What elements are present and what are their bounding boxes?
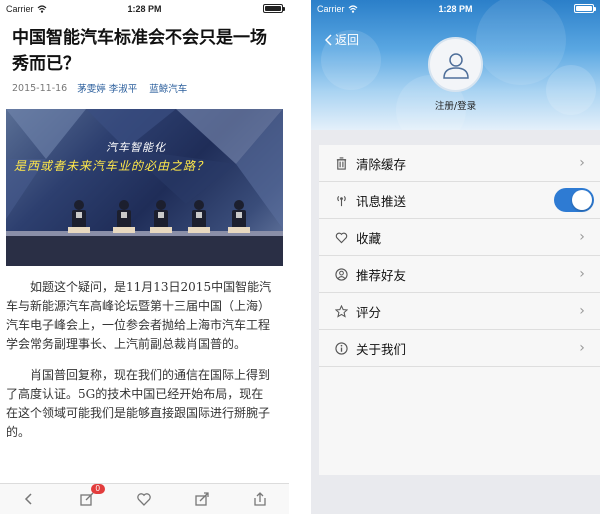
upload-icon [254, 492, 266, 506]
status-bar: Carrier 1:28 PM [311, 0, 600, 17]
back-button[interactable]: 返回 [325, 31, 359, 48]
menu-item-label: 推荐好友 [356, 267, 407, 283]
article-date: 2015-11-16 [12, 82, 68, 94]
carrier-indicator: Carrier [6, 4, 47, 14]
status-time: 1:28 PM [438, 3, 473, 14]
profile-header: Carrier 1:28 PM 返回 注册/登录 [311, 0, 600, 130]
back-label: 返回 [335, 33, 360, 47]
stage-photo [6, 109, 283, 266]
article-meta: 2015-11-16 茅雯婷 李淑平 蓝鲸汽车 [12, 81, 277, 96]
carrier-label: Carrier [317, 3, 345, 14]
comment-count-badge: 0 [90, 484, 105, 494]
edit-icon [80, 492, 94, 506]
menu-item-label: 收藏 [356, 230, 382, 246]
menu-item-label: 讯息推送 [356, 193, 407, 209]
image-banner-line1: 汽车智能化 [106, 141, 166, 154]
article-toolbar: 0 [0, 483, 289, 514]
user-icon [442, 52, 469, 79]
back-button[interactable] [17, 487, 41, 511]
battery-icon [263, 4, 285, 13]
chevron-left-icon [325, 33, 332, 46]
settings-screen: Carrier 1:28 PM 返回 注册/登录 清除缓存 › 讯息推送 收藏 … [311, 0, 600, 514]
settings-list: 清除缓存 › 讯息推送 收藏 › 推荐好友 › 评分 › 关于我们 › [319, 145, 600, 475]
share-icon [195, 492, 209, 506]
trash-icon [334, 156, 348, 170]
menu-item-rate[interactable]: 评分 › [319, 293, 600, 330]
article-image[interactable]: 汽车智能化 是西或者未来汽车业的必由之路？ [6, 109, 283, 266]
article-paragraph: 如题这个疑问，是11月13日2015中国智能汽车与新能源汽车高峰论坛暨第十三届中… [6, 280, 272, 351]
menu-item-push-notifications: 讯息推送 [319, 182, 600, 219]
favorite-button[interactable] [132, 487, 156, 511]
info-icon [334, 341, 348, 355]
menu-item-favorites[interactable]: 收藏 › [319, 219, 600, 256]
menu-item-label: 关于我们 [356, 341, 407, 357]
article-paragraph: 肖国普回复称，现在我们的通信在国际上得到了高度认证。5G的技术中国已经开始布局，… [6, 368, 271, 439]
menu-item-label: 评分 [356, 304, 382, 320]
chevron-right-icon: › [579, 266, 585, 282]
chevron-right-icon: › [579, 303, 585, 319]
article-authors[interactable]: 茅雯婷 李淑平 [77, 81, 137, 95]
status-bar: Carrier 1:28 PM [0, 0, 289, 17]
menu-item-about[interactable]: 关于我们 › [319, 330, 600, 367]
chevron-right-icon: › [579, 340, 585, 356]
battery-icon [574, 4, 596, 13]
chevron-right-icon: › [579, 229, 585, 245]
export-button[interactable] [248, 487, 272, 511]
carrier-indicator: Carrier [317, 4, 358, 14]
menu-item-recommend[interactable]: 推荐好友 › [319, 256, 600, 293]
image-banner-line2: 是西或者未来汽车业的必由之路？ [14, 159, 210, 173]
heart-icon [137, 493, 152, 506]
broadcast-icon [334, 193, 348, 207]
article-screen: Carrier 1:28 PM 中国智能汽车标准会不会只是一场秀而已？ 2015… [0, 0, 289, 514]
article-source[interactable]: 蓝鲸汽车 [149, 81, 187, 95]
avatar[interactable] [428, 37, 483, 92]
status-time: 1:28 PM [127, 3, 162, 14]
article-title: 中国智能汽车标准会不会只是一场秀而已？ [12, 28, 267, 74]
share-button[interactable] [190, 487, 214, 511]
wifi-icon [37, 4, 46, 13]
chevron-left-icon [24, 493, 32, 505]
menu-item-clear-cache[interactable]: 清除缓存 › [319, 145, 600, 182]
heart-icon [334, 230, 348, 244]
wifi-icon [348, 4, 357, 13]
carrier-label: Carrier [6, 3, 34, 14]
star-icon [334, 304, 348, 318]
push-toggle[interactable] [554, 188, 594, 212]
comment-button[interactable]: 0 [75, 484, 105, 511]
menu-item-label: 清除缓存 [356, 156, 407, 172]
person-icon [334, 267, 348, 281]
login-link[interactable]: 注册/登录 [311, 98, 600, 112]
chevron-right-icon: › [579, 155, 585, 171]
